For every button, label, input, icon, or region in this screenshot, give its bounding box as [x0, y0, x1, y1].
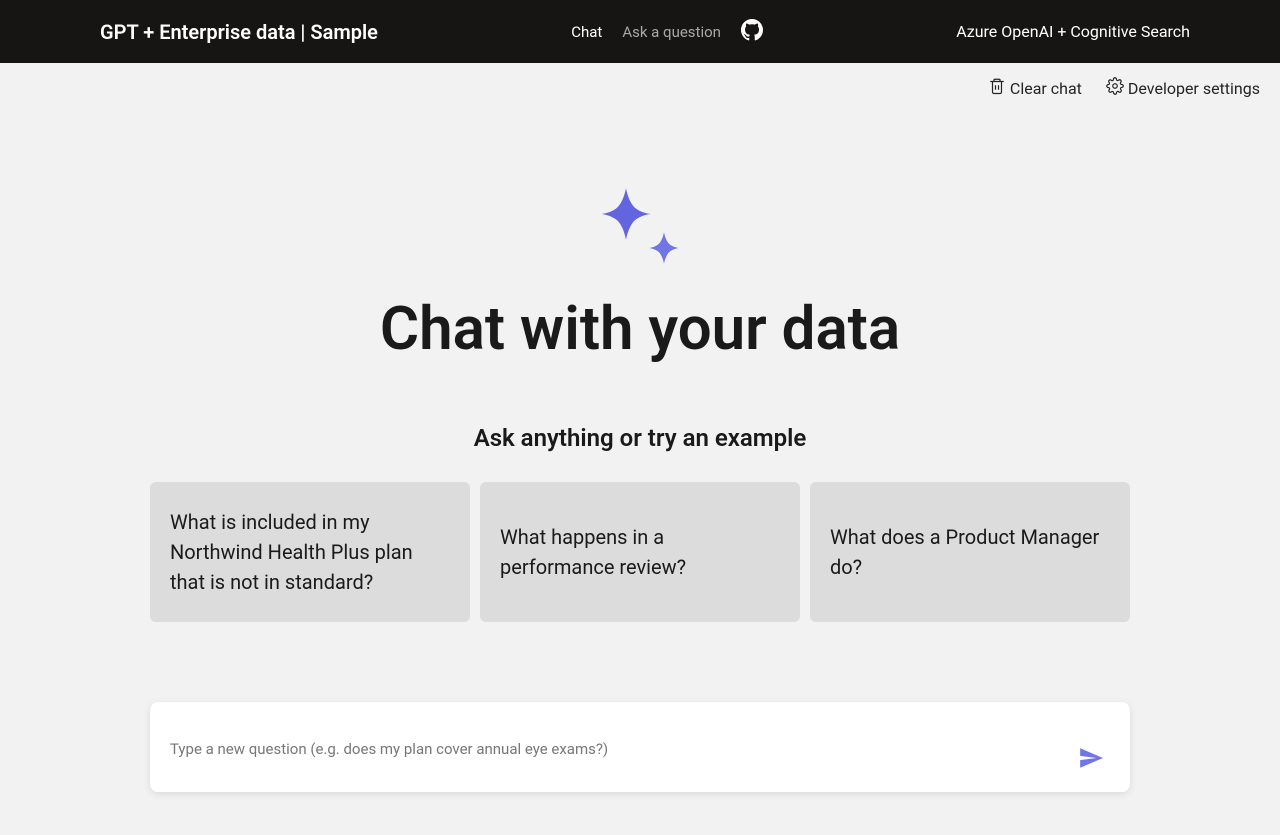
- header-nav: Chat Ask a question: [378, 19, 956, 45]
- developer-settings-button[interactable]: Developer settings: [1106, 77, 1260, 99]
- example-card-2[interactable]: What happens in a performance review?: [480, 482, 800, 622]
- nav-ask-question[interactable]: Ask a question: [622, 23, 721, 41]
- question-input-area: [150, 702, 1130, 792]
- page-heading: Chat with your data: [380, 293, 900, 364]
- example-card-1[interactable]: What is included in my Northwind Health …: [150, 482, 470, 622]
- nav-chat[interactable]: Chat: [571, 23, 602, 41]
- clear-chat-button[interactable]: Clear chat: [988, 77, 1082, 99]
- header-right: Azure OpenAI + Cognitive Search: [956, 22, 1190, 41]
- github-icon[interactable]: [741, 19, 763, 45]
- example-card-3[interactable]: What does a Product Manager do?: [810, 482, 1130, 622]
- page-subheading: Ask anything or try an example: [474, 424, 807, 452]
- example-list: What is included in my Northwind Health …: [150, 482, 1130, 622]
- send-icon: [1078, 759, 1104, 774]
- app-title: GPT + Enterprise data | Sample: [100, 20, 378, 44]
- header-left: GPT + Enterprise data | Sample: [100, 20, 378, 44]
- question-input[interactable]: [170, 736, 1072, 758]
- app-header: GPT + Enterprise data | Sample Chat Ask …: [0, 0, 1280, 63]
- sparkle-icon: [595, 183, 685, 273]
- developer-settings-label: Developer settings: [1128, 79, 1260, 98]
- header-subtitle: Azure OpenAI + Cognitive Search: [956, 22, 1190, 41]
- clear-chat-label: Clear chat: [1010, 79, 1082, 98]
- send-button[interactable]: [1072, 739, 1110, 780]
- trash-icon: [988, 77, 1006, 99]
- toolbar: Clear chat Developer settings: [0, 63, 1280, 113]
- main-content: Chat with your data Ask anything or try …: [0, 113, 1280, 792]
- gear-icon: [1106, 77, 1124, 99]
